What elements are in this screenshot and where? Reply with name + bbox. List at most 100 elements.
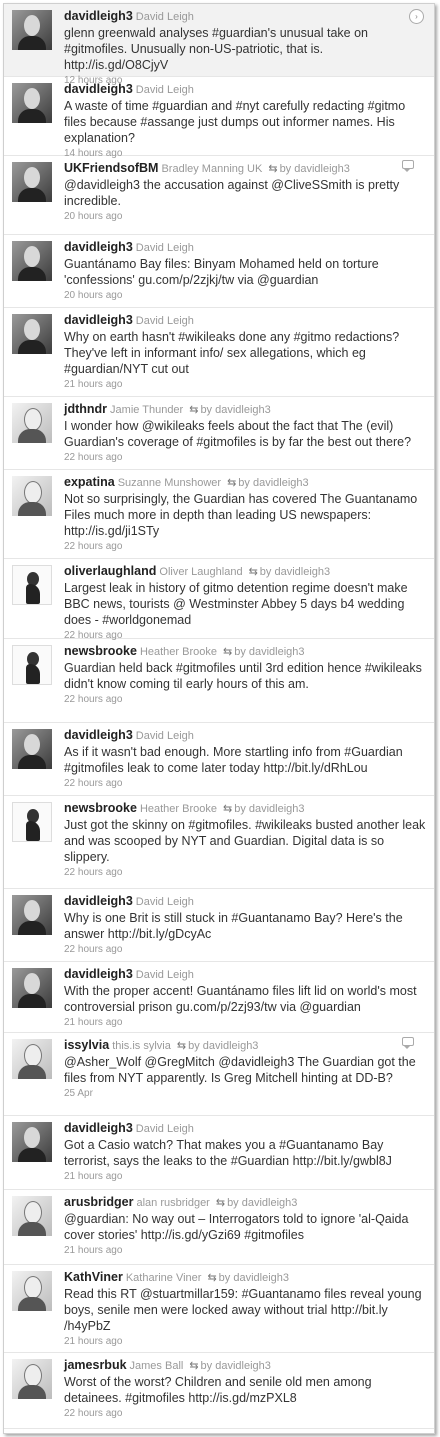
- screen-name[interactable]: davidleigh3: [64, 728, 133, 742]
- avatar[interactable]: [12, 802, 52, 842]
- retweeted-by[interactable]: by davidleigh3: [234, 646, 304, 658]
- timestamp[interactable]: 22 hours ago: [64, 942, 426, 956]
- tweet[interactable]: davidleigh3 David Leigh With the proper ac…: [4, 962, 434, 1033]
- tweet[interactable]: newsbrooke Heather Brooke ⇆ by davidleigh3 J…: [4, 796, 434, 889]
- real-name: David Leigh: [135, 315, 194, 327]
- tweet[interactable]: davidleigh3 David Leigh As if it wasn't ba…: [4, 723, 434, 796]
- timestamp[interactable]: 21 hours ago: [64, 1169, 426, 1183]
- avatar[interactable]: [12, 1196, 52, 1236]
- real-name: this.is sylvia: [112, 1040, 171, 1052]
- timestamp[interactable]: 20 hours ago: [64, 288, 426, 302]
- tweet-text: @Asher_Wolf @GregMitch @davidleigh3 The …: [64, 1055, 416, 1085]
- avatar-face: [24, 246, 40, 267]
- tweet[interactable]: davidleigh3 David Leigh A waste of time #g…: [4, 77, 434, 159]
- screen-name[interactable]: davidleigh3: [64, 313, 133, 327]
- screen-name[interactable]: expatina: [64, 475, 115, 489]
- avatar[interactable]: [12, 565, 52, 605]
- tweet[interactable]: davidleigh3 David Leigh Got a Casio watch?…: [4, 1116, 434, 1190]
- avatar[interactable]: [12, 895, 52, 935]
- avatar[interactable]: [12, 403, 52, 443]
- tweet[interactable]: UKFriendsofBM Bradley Manning UK ⇆ by david…: [4, 156, 434, 235]
- avatar[interactable]: [12, 729, 52, 769]
- retweet-icon: ⇆: [268, 163, 278, 175]
- screen-name[interactable]: UKFriendsofBM: [64, 161, 158, 175]
- tweet-text: @guardian: No way out – Interrogators to…: [64, 1212, 409, 1242]
- retweeted-by[interactable]: by davidleigh3: [227, 1197, 297, 1209]
- avatar[interactable]: [12, 1359, 52, 1399]
- real-name: Suzanne Munshower: [117, 477, 222, 489]
- screen-name[interactable]: davidleigh3: [64, 894, 133, 908]
- tweet[interactable]: newsbrooke Heather Brooke ⇆ by davidleigh3 G…: [4, 639, 434, 723]
- screen-name[interactable]: newsbrooke: [64, 801, 137, 815]
- timestamp[interactable]: 22 hours ago: [64, 539, 426, 553]
- avatar[interactable]: [12, 10, 52, 50]
- tweet[interactable]: expatina Suzanne Munshower ⇆ by davidleigh3…: [4, 470, 434, 559]
- avatar[interactable]: [12, 162, 52, 202]
- tweet[interactable]: issylvia this.is sylvia ⇆ by davidleigh3 @As…: [4, 1033, 434, 1116]
- tweet-header: jdthndr Jamie Thunder ⇆ by davidleigh3: [64, 401, 426, 418]
- avatar[interactable]: [12, 1039, 52, 1079]
- avatar-body: [18, 429, 46, 443]
- screen-name[interactable]: jamesrbuk: [64, 1358, 127, 1372]
- retweeted-by[interactable]: by davidleigh3: [260, 566, 330, 578]
- retweet-icon: ⇆: [176, 1040, 187, 1052]
- timestamp[interactable]: 22 hours ago: [64, 865, 426, 879]
- avatar[interactable]: [12, 241, 52, 281]
- avatar[interactable]: [12, 83, 52, 123]
- timestamp[interactable]: 22 hours ago: [64, 450, 426, 464]
- tweet[interactable]: davidleigh3 David Leigh Why on earth hasn'…: [4, 308, 434, 397]
- retweeted-by[interactable]: by davidleigh3: [188, 1040, 258, 1052]
- timestamp[interactable]: 21 hours ago: [64, 1334, 426, 1348]
- avatar-body: [18, 994, 46, 1008]
- screen-name[interactable]: davidleigh3: [64, 9, 133, 23]
- tweet[interactable]: davidleigh3 David Leigh Guantánamo Bay fil…: [4, 235, 434, 308]
- reply-icon[interactable]: [402, 1037, 414, 1049]
- retweeted-by[interactable]: by davidleigh3: [280, 163, 350, 175]
- timestamp[interactable]: 20 hours ago: [64, 209, 426, 223]
- timestamp[interactable]: 22 hours ago: [64, 776, 426, 790]
- screen-name[interactable]: davidleigh3: [64, 967, 133, 981]
- reply-icon[interactable]: [402, 160, 414, 172]
- tweet-text: Read this RT @stuartmillar159: #Guantana…: [64, 1287, 422, 1333]
- screen-name[interactable]: jdthndr: [64, 402, 107, 416]
- timestamp[interactable]: 21 hours ago: [64, 1243, 426, 1257]
- arrow-icon[interactable]: ›: [409, 9, 424, 24]
- tweet[interactable]: jamesrbuk James Ball ⇆ by davidleigh3 Worst …: [4, 1353, 434, 1429]
- avatar[interactable]: [12, 968, 52, 1008]
- avatar-face: [24, 734, 40, 755]
- screen-name[interactable]: KathViner: [64, 1270, 123, 1284]
- tweet[interactable]: davidleigh3 David Leigh Why is one Brit is…: [4, 889, 434, 962]
- screen-name[interactable]: oliverlaughland: [64, 564, 156, 578]
- timestamp[interactable]: 22 hours ago: [64, 692, 426, 706]
- retweeted-by[interactable]: by davidleigh3: [201, 1360, 271, 1372]
- retweeted-by[interactable]: by davidleigh3: [200, 404, 270, 416]
- retweeted-by[interactable]: by davidleigh3: [219, 1272, 289, 1284]
- real-name: David Leigh: [135, 896, 194, 908]
- tweet[interactable]: oliverlaughland Oliver Laughland ⇆ by david…: [4, 559, 434, 641]
- retweeted-by[interactable]: by davidleigh3: [238, 477, 308, 489]
- avatar[interactable]: [12, 476, 52, 516]
- retweeted-by[interactable]: by davidleigh3: [234, 803, 304, 815]
- avatar-body: [18, 755, 46, 769]
- screen-name[interactable]: davidleigh3: [64, 1121, 133, 1135]
- timestamp[interactable]: 21 hours ago: [64, 1015, 426, 1029]
- screen-name[interactable]: newsbrooke: [64, 644, 137, 658]
- timestamp[interactable]: 21 hours ago: [64, 377, 426, 391]
- avatar[interactable]: [12, 1122, 52, 1162]
- screen-name[interactable]: davidleigh3: [64, 82, 133, 96]
- avatar[interactable]: [12, 314, 52, 354]
- avatar-body: [18, 109, 46, 123]
- screen-name[interactable]: issylvia: [64, 1038, 109, 1052]
- avatar[interactable]: [12, 645, 52, 685]
- screen-name[interactable]: arusbridger: [64, 1195, 133, 1209]
- timestamp[interactable]: 25 Apr: [64, 1086, 426, 1100]
- real-name: Bradley Manning UK: [161, 163, 263, 175]
- avatar[interactable]: [12, 1271, 52, 1311]
- tweet[interactable]: arusbridger alan rusbridger ⇆ by davidleigh…: [4, 1190, 434, 1265]
- tweet-text: Guardian held back #gitmofiles until 3rd…: [64, 661, 422, 691]
- timestamp[interactable]: 22 hours ago: [64, 1406, 426, 1420]
- tweet[interactable]: jdthndr Jamie Thunder ⇆ by davidleigh3 I won…: [4, 397, 434, 470]
- screen-name[interactable]: davidleigh3: [64, 240, 133, 254]
- tweet[interactable]: davidleigh3 David Leigh glenn greenwald an…: [4, 4, 434, 86]
- tweet[interactable]: KathViner Katharine Viner ⇆ by davidleigh3 R…: [4, 1265, 434, 1353]
